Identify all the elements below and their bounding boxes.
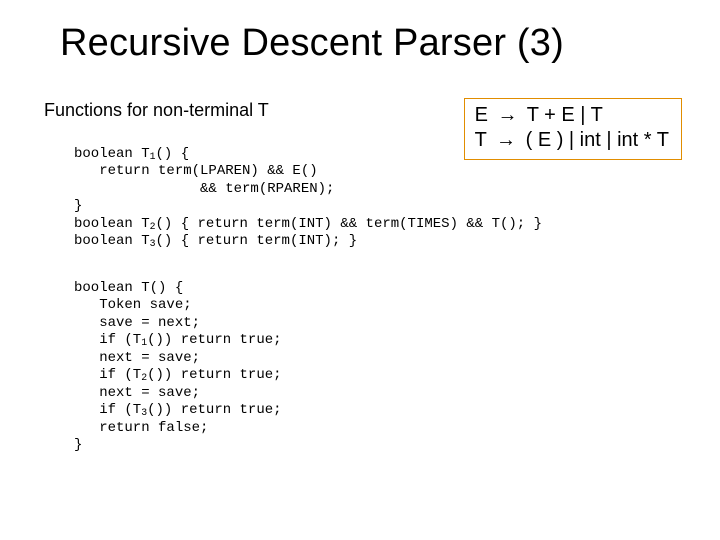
code-line: if (T	[74, 367, 141, 383]
code-block-t-alts: boolean T1() { return term(LPAREN) && E(…	[74, 128, 542, 268]
code-line: return false;	[74, 420, 208, 436]
code-line: ()) return true;	[147, 332, 281, 348]
code-line: if (T	[74, 402, 141, 418]
code-line: ()) return true;	[147, 402, 281, 418]
page-title: Recursive Descent Parser (3)	[60, 22, 564, 65]
code-line: if (T	[74, 332, 141, 348]
code-line: }	[74, 437, 82, 453]
code-block-t-main: boolean T() { Token save; save = next; i…	[74, 262, 282, 472]
code-line: save = next;	[74, 315, 200, 331]
code-line: }	[74, 198, 82, 214]
code-line: () {	[156, 146, 190, 162]
code-line: ()) return true;	[147, 367, 281, 383]
code-line: boolean T() {	[74, 280, 183, 296]
slide: Recursive Descent Parser (3) Functions f…	[0, 0, 720, 540]
code-line: () { return term(INT) && term(TIMES) && …	[156, 216, 542, 232]
section-heading: Functions for non-terminal T	[44, 100, 269, 121]
code-line: boolean T	[74, 216, 150, 232]
code-line: && term(RPAREN);	[74, 181, 334, 197]
arrow-icon: →	[494, 104, 522, 126]
code-line: boolean T	[74, 146, 150, 162]
grammar-e-rhs: T + E | T	[522, 104, 603, 126]
code-line: return term(LPAREN) && E()	[74, 163, 318, 179]
grammar-e: E	[475, 104, 494, 126]
grammar-t-rhs: ( E ) | int | int * T	[520, 129, 669, 151]
code-line: Token save;	[74, 297, 192, 313]
code-line: next = save;	[74, 350, 200, 366]
grammar-line-1: E → T + E | T	[475, 103, 669, 128]
code-line: next = save;	[74, 385, 200, 401]
code-line: boolean T	[74, 233, 150, 249]
code-line: () { return term(INT); }	[156, 233, 358, 249]
